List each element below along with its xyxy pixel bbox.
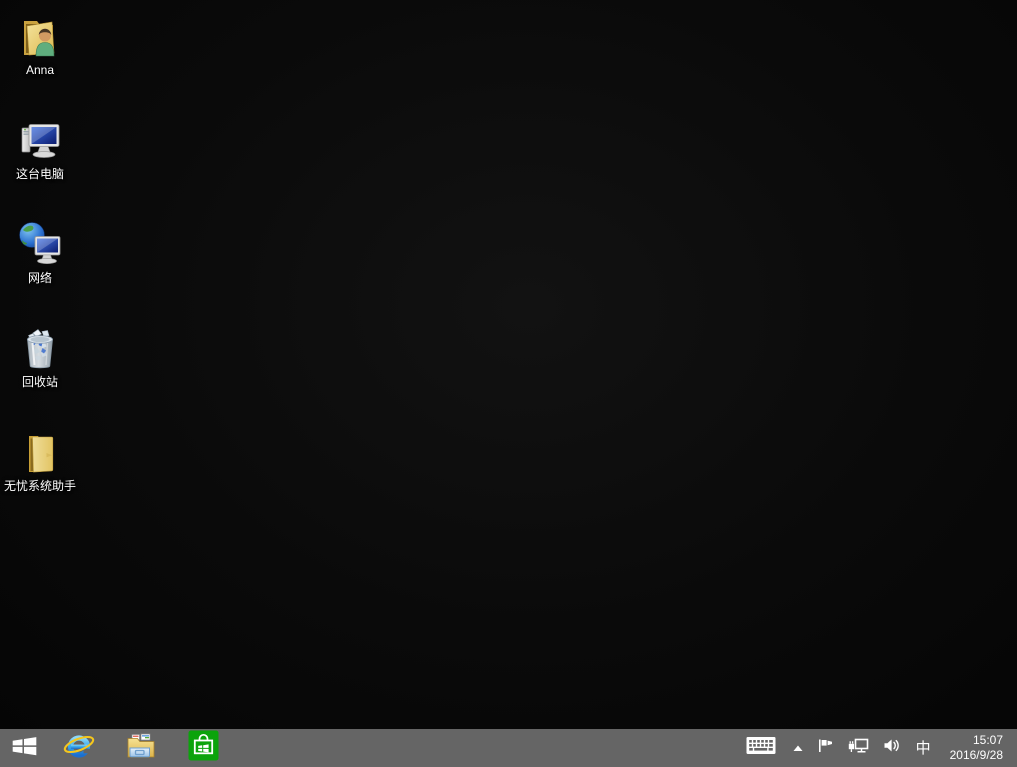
desktop-icon-label: 回收站 <box>22 375 58 389</box>
desktop-icon-column: Anna <box>0 7 80 527</box>
speaker-icon <box>883 738 900 758</box>
desktop-icon-label: Anna <box>26 63 54 77</box>
taskbar: 中 15:07 2016/9/28 <box>0 729 1017 767</box>
taskbar-empty-area[interactable] <box>234 729 736 767</box>
clock-time: 15:07 <box>973 733 1003 748</box>
action-center-button[interactable] <box>810 729 840 767</box>
flag-icon <box>817 738 833 758</box>
recycle-bin-icon <box>15 324 65 372</box>
desktop-icon-label: 网络 <box>28 271 52 285</box>
chevron-up-icon <box>793 739 803 757</box>
windows-logo-icon <box>11 735 38 762</box>
show-hidden-icons-button[interactable] <box>786 729 810 767</box>
network-icon <box>15 220 65 268</box>
wired-network-icon <box>847 738 869 759</box>
ime-language-indicator[interactable]: 中 <box>907 729 940 767</box>
desktop-icon-label: 这台电脑 <box>16 167 64 181</box>
system-tray: 中 15:07 2016/9/28 <box>736 729 1017 767</box>
desktop-icon-label: 无忧系统助手 <box>4 479 76 493</box>
file-explorer-icon <box>125 731 157 766</box>
desktop[interactable]: Anna <box>0 0 1017 729</box>
windows-store-icon <box>188 730 219 766</box>
taskbar-app-windows-store[interactable] <box>172 729 234 767</box>
clock-date: 2016/9/28 <box>950 748 1003 763</box>
folder-icon <box>15 428 65 476</box>
desktop-icon-wuyou-folder[interactable]: 无忧系统助手 <box>0 423 80 527</box>
touch-keyboard-button[interactable] <box>736 729 786 767</box>
computer-icon <box>15 116 65 164</box>
volume-button[interactable] <box>876 729 907 767</box>
network-status-button[interactable] <box>840 729 876 767</box>
start-button[interactable] <box>0 729 48 767</box>
taskbar-app-internet-explorer[interactable] <box>48 729 110 767</box>
desktop-icon-anna[interactable]: Anna <box>0 7 80 111</box>
user-folder-icon <box>15 12 65 60</box>
touch-keyboard-icon <box>746 736 776 760</box>
desktop-icon-recycle-bin[interactable]: 回收站 <box>0 319 80 423</box>
taskbar-app-file-explorer[interactable] <box>110 729 172 767</box>
desktop-icon-network[interactable]: 网络 <box>0 215 80 319</box>
internet-explorer-icon <box>63 730 95 767</box>
taskbar-clock[interactable]: 15:07 2016/9/28 <box>940 729 1017 767</box>
desktop-icon-this-pc[interactable]: 这台电脑 <box>0 111 80 215</box>
